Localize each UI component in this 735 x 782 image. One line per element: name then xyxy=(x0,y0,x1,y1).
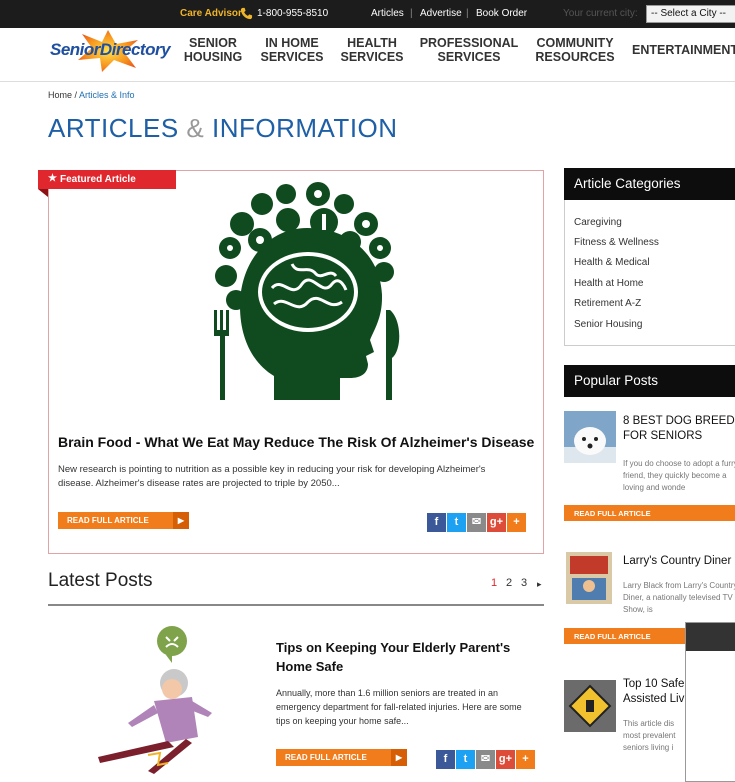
phone-icon xyxy=(240,7,253,20)
city-label: Your current city: xyxy=(563,8,638,19)
page-2-link[interactable]: 2 xyxy=(506,577,512,589)
page-1-link[interactable]: 1 xyxy=(491,577,497,589)
popup-title-bar xyxy=(686,623,735,651)
popular-post-title[interactable]: 8 BEST DOG BREEDS FOR SENIORS xyxy=(623,414,735,444)
twitter-icon[interactable]: t xyxy=(447,513,466,532)
facebook-icon[interactable]: f xyxy=(427,513,446,532)
breadcrumb: Home / Articles & Info xyxy=(48,90,135,100)
category-senior-housing[interactable]: Senior Housing xyxy=(574,319,642,330)
category-fitness-wellness[interactable]: Fitness & Wellness xyxy=(574,237,659,248)
popular-posts-heading: Popular Posts xyxy=(564,365,735,397)
nav-label-line1: COMMUNITY xyxy=(536,36,614,50)
featured-read-full-button[interactable]: READ FULL ARTICLE ▶ xyxy=(58,512,189,529)
featured-article-tag: ★ Featured Article xyxy=(38,170,176,189)
next-page-icon[interactable]: ▸ xyxy=(537,579,542,590)
twitter-icon[interactable]: t xyxy=(456,750,475,769)
post-excerpt: Annually, more than 1.6 million seniors … xyxy=(276,688,522,726)
nav-label-line2: SERVICES xyxy=(437,50,501,64)
advertise-link[interactable]: Advertise xyxy=(420,8,462,19)
page-3-link[interactable]: 3 xyxy=(521,577,527,589)
articles-link[interactable]: Articles xyxy=(371,8,404,19)
category-health-medical[interactable]: Health & Medical xyxy=(574,257,650,268)
page-title: ARTICLES & INFORMATION xyxy=(48,113,398,144)
popular-post-title[interactable]: Larry's Country Diner xyxy=(623,554,735,569)
link-separator: | xyxy=(466,8,469,19)
article-categories-heading: Article Categories xyxy=(564,168,735,200)
nav-label-line1: PROFESSIONAL xyxy=(419,36,519,50)
popular-post-excerpt: Larry Black from Larry's Country Diner, … xyxy=(623,581,735,614)
post-title[interactable]: Tips on Keeping Your Elderly Parent's Ho… xyxy=(276,638,536,676)
diner-thumbnail[interactable] xyxy=(566,552,612,604)
nav-label-line2: SERVICES xyxy=(340,50,404,64)
page-title-part2: INFORMATION xyxy=(211,113,398,143)
google-plus-icon[interactable]: g+ xyxy=(487,513,506,532)
button-label: READ FULL ARTICLE xyxy=(67,516,149,525)
site-logo[interactable]: SeniorDirectory xyxy=(50,40,171,60)
popular-post-excerpt: This article dis most prevalent seniors … xyxy=(623,719,676,752)
nav-label-line1: ENTERTAINMENT xyxy=(632,43,735,57)
popular-read-full-button[interactable]: READ FULL ARTICLE xyxy=(564,505,735,521)
popular-post-excerpt: If you do choose to adopt a furry friend… xyxy=(623,459,735,492)
email-icon[interactable]: ✉ xyxy=(476,750,495,769)
brain-food-illustration xyxy=(214,182,400,400)
city-select[interactable]: -- Select a City -- xyxy=(646,5,735,23)
button-label: READ FULL ARTICLE xyxy=(285,753,367,762)
breadcrumb-current[interactable]: Articles & Info xyxy=(79,90,135,100)
category-health-at-home[interactable]: Health at Home xyxy=(574,278,643,289)
care-advisor-label: Care Advisor xyxy=(180,8,242,19)
falling-senior-illustration xyxy=(98,626,212,774)
share-plus-icon[interactable]: + xyxy=(516,750,535,769)
nav-label-line2: RESOURCES xyxy=(535,50,615,64)
post-share-bar: f t ✉ g+ + xyxy=(436,750,536,770)
overlay-popup[interactable] xyxy=(685,622,735,782)
popular-post-title[interactable]: Top 10 Safe Assisted Liv xyxy=(623,677,685,707)
google-plus-icon[interactable]: g+ xyxy=(496,750,515,769)
facebook-icon[interactable]: f xyxy=(436,750,455,769)
featured-tag-label: Featured Article xyxy=(60,174,136,185)
featured-headline[interactable]: Brain Food - What We Eat May Reduce The … xyxy=(58,434,534,450)
dog-thumbnail[interactable] xyxy=(564,411,616,463)
arrow-right-icon: ▶ xyxy=(391,749,407,766)
category-retirement[interactable]: Retirement A-Z xyxy=(574,298,641,309)
main-header: SeniorDirectory SENIOR HOUSING IN HOME S… xyxy=(0,28,735,82)
featured-share-bar: f t ✉ g+ + xyxy=(427,513,527,533)
star-icon: ★ xyxy=(48,173,57,184)
nav-community-resources[interactable]: COMMUNITY RESOURCES xyxy=(525,36,625,64)
nav-label-line1: HEALTH xyxy=(347,36,397,50)
share-plus-icon[interactable]: + xyxy=(507,513,526,532)
page-title-part1: ARTICLES xyxy=(48,113,179,143)
nav-professional-services[interactable]: PROFESSIONAL SERVICES xyxy=(419,36,519,64)
latest-posts-heading: Latest Posts xyxy=(48,570,153,591)
link-separator: | xyxy=(410,8,413,19)
divider xyxy=(48,604,544,606)
page-title-ampersand: & xyxy=(178,113,212,143)
phone-number[interactable]: 1-800-955-8510 xyxy=(257,8,328,19)
safety-sign-thumbnail[interactable] xyxy=(564,680,616,732)
top-bar: Care Advisor 1-800-955-8510 Articles | A… xyxy=(0,0,735,28)
nav-health-services[interactable]: HEALTH SERVICES xyxy=(322,36,422,64)
book-order-link[interactable]: Book Order xyxy=(476,8,527,19)
featured-excerpt: New research is pointing to nutrition as… xyxy=(58,464,486,489)
ribbon-fold xyxy=(38,189,48,197)
email-icon[interactable]: ✉ xyxy=(467,513,486,532)
category-caregiving[interactable]: Caregiving xyxy=(574,217,622,228)
breadcrumb-separator: / xyxy=(72,90,80,100)
breadcrumb-home[interactable]: Home xyxy=(48,90,72,100)
post-read-full-button[interactable]: READ FULL ARTICLE ▶ xyxy=(276,749,407,766)
nav-entertainment[interactable]: ENTERTAINMENT xyxy=(632,43,735,57)
arrow-right-icon: ▶ xyxy=(173,512,189,529)
